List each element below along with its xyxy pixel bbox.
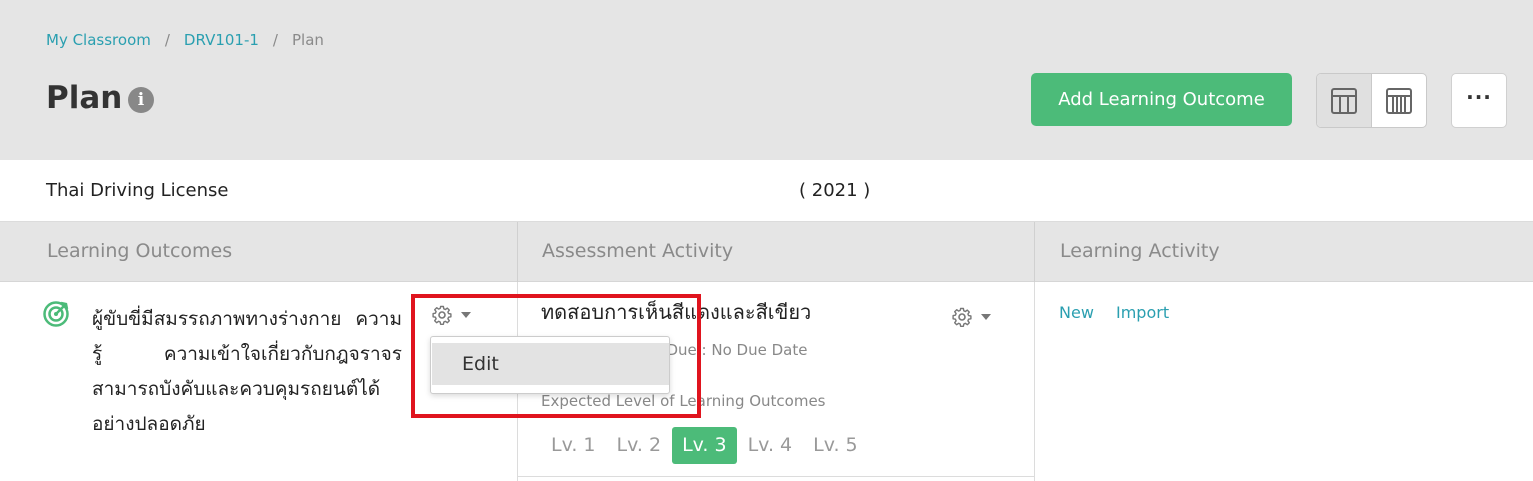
column-divider xyxy=(1034,282,1035,481)
highlight-box xyxy=(411,294,701,418)
level-selector: Lv. 1 Lv. 2 Lv. 3 Lv. 4 Lv. 5 xyxy=(541,427,869,464)
level-2-button[interactable]: Lv. 2 xyxy=(607,427,672,464)
add-learning-outcome-button[interactable]: Add Learning Outcome xyxy=(1031,73,1292,126)
assessment-divider xyxy=(518,476,1034,477)
breadcrumb-current: Plan xyxy=(291,31,324,49)
three-column-table-icon xyxy=(1330,87,1357,114)
course-year: ( 2021 ) xyxy=(799,180,871,201)
column-header-learning-outcomes: Learning Outcomes xyxy=(47,240,233,262)
page-header: My Classroom / DRV101-1 / Plan Plan i Ad… xyxy=(0,0,1533,160)
multi-column-table-icon xyxy=(1385,87,1412,114)
course-info-row: Thai Driving License ( 2021 ) xyxy=(0,160,1533,222)
target-icon xyxy=(43,301,69,327)
chevron-down-icon xyxy=(981,314,991,320)
view-three-column-button[interactable] xyxy=(1317,74,1372,127)
column-header-learning-activity: Learning Activity xyxy=(1034,222,1533,282)
gear-icon xyxy=(952,307,972,327)
course-name: Thai Driving License xyxy=(46,180,229,201)
breadcrumb-separator: / xyxy=(164,31,170,49)
page-title: Plan xyxy=(46,80,123,116)
level-1-button[interactable]: Lv. 1 xyxy=(541,427,606,464)
level-3-button[interactable]: Lv. 3 xyxy=(672,427,737,464)
info-icon[interactable]: i xyxy=(128,87,154,113)
breadcrumb-separator: / xyxy=(272,31,278,49)
breadcrumb-my-classroom[interactable]: My Classroom xyxy=(46,31,151,49)
new-learning-activity-link[interactable]: New xyxy=(1059,303,1094,322)
view-toggle xyxy=(1316,73,1427,128)
level-4-button[interactable]: Lv. 4 xyxy=(738,427,803,464)
view-multi-column-button[interactable] xyxy=(1372,74,1427,127)
column-header-row: Learning Outcomes Assessment Activity Le… xyxy=(0,222,1533,282)
learning-outcome-text: ผู้ขับขี่มีสมรรถภาพทางร่างกาย ความรู้ คว… xyxy=(92,308,402,435)
plan-page: My Classroom / DRV101-1 / Plan Plan i Ad… xyxy=(0,0,1533,481)
import-learning-activity-link[interactable]: Import xyxy=(1116,303,1169,322)
assessment-settings-menu[interactable] xyxy=(952,307,991,327)
breadcrumb: My Classroom / DRV101-1 / Plan xyxy=(46,31,324,49)
level-5-button[interactable]: Lv. 5 xyxy=(803,427,868,464)
breadcrumb-course[interactable]: DRV101-1 xyxy=(184,31,259,49)
column-header-assessment-activity: Assessment Activity xyxy=(517,222,1034,282)
more-options-button[interactable]: ··· xyxy=(1451,73,1507,128)
